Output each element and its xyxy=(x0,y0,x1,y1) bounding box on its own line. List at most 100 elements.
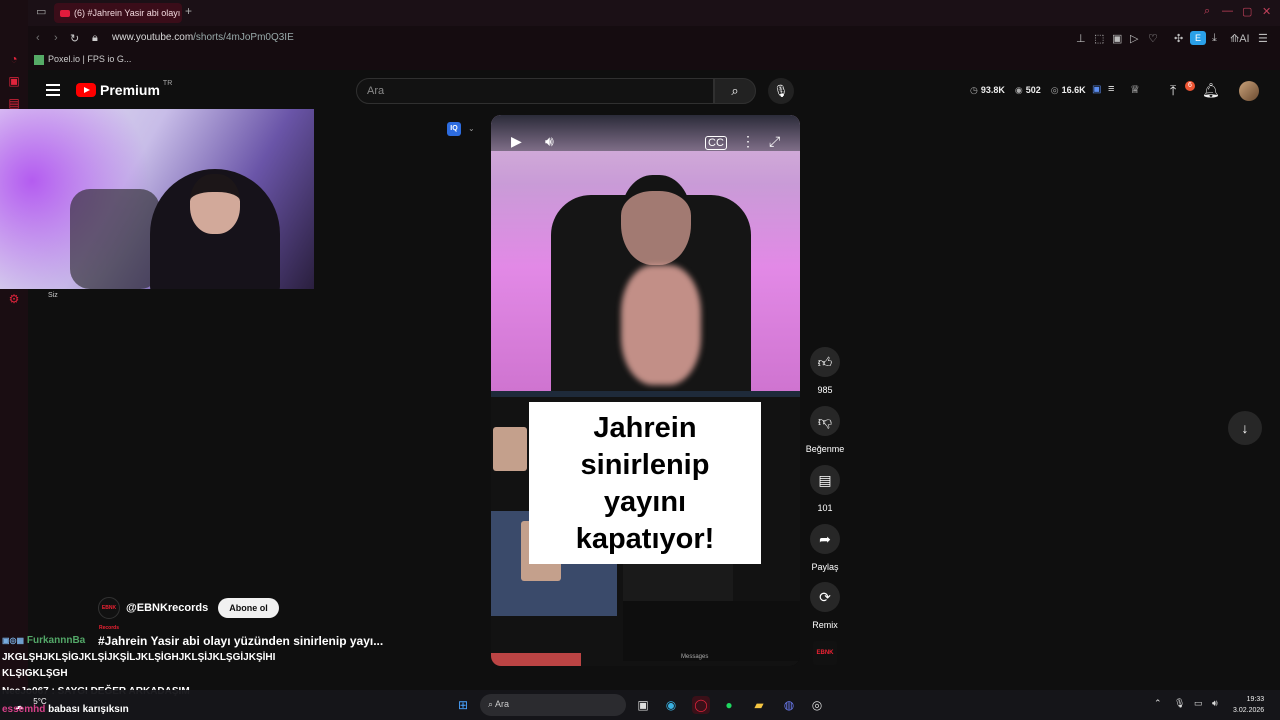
ext-e-icon[interactable]: E xyxy=(1190,31,1206,45)
mic-icon: 🎙︎ xyxy=(773,84,789,98)
short-title[interactable]: #Jahrein Yasir abi olayı yüzünden sinirl… xyxy=(98,634,383,648)
avatar[interactable] xyxy=(1239,81,1259,101)
webcam-label: Siz xyxy=(48,292,58,299)
maximize-icon[interactable]: ▢ xyxy=(1242,5,1252,18)
captions-icon[interactable]: CC xyxy=(705,136,727,150)
chat-message: ▣◎▦ FurkannnBa xyxy=(2,635,85,646)
camera-icon[interactable]: ▣ xyxy=(1112,32,1122,45)
snapshot-icon[interactable]: ⬚ xyxy=(1094,32,1104,45)
url-path: /shorts/4mJoPm0Q3IE xyxy=(193,32,294,43)
bookmark-label: Poxel.io | FPS io G... xyxy=(48,54,132,64)
shorts-video-player[interactable]: ▶ 🔊︎ CC ⋮ ⤢ Jahrein sinirlenip yayını ka… xyxy=(491,115,800,666)
share-button[interactable]: ➦ Paylaş xyxy=(810,524,840,572)
iq-extension-icon[interactable]: ▣ xyxy=(1092,84,1101,95)
url-field[interactable]: www.youtube.com/shorts/4mJoPm0Q3IE xyxy=(112,32,294,43)
easy-setup-icon[interactable]: ☰ xyxy=(1258,32,1268,45)
spotify-icon[interactable]: ● xyxy=(720,696,738,714)
sidebar-aria-icon[interactable]: ◔ xyxy=(7,52,21,66)
edge-icon[interactable]: ◉ xyxy=(662,696,680,714)
channel-avatar[interactable]: EBNK Records xyxy=(98,597,120,631)
youtube-header: Premium TR Ara ⌕ 🎙︎ ◷ 93.8K ◉ 502 ◎ 16.6K ▣… xyxy=(28,70,1280,112)
obs-icon[interactable]: ◎ xyxy=(808,696,826,714)
subscribe-button[interactable]: Abone ol xyxy=(218,598,279,618)
search-tabs-icon[interactable]: ⌕ xyxy=(1204,5,1210,18)
region-code: TR xyxy=(162,79,173,87)
network-icon[interactable]: ▭ xyxy=(1194,698,1203,709)
tab-active[interactable]: (6) #Jahrein Yasir abi olayı xyxy=(54,3,182,23)
trophy-icon[interactable]: ♕ xyxy=(1130,83,1140,96)
bookmarks-bar: Poxel.io | FPS io G... xyxy=(28,50,1280,70)
volume-icon[interactable]: 🔊︎ xyxy=(545,133,554,150)
pin-icon[interactable]: ⊥ xyxy=(1076,32,1086,45)
tray-chevron-icon[interactable]: ⌃ xyxy=(1154,698,1162,709)
player-icon[interactable]: ▷ xyxy=(1130,32,1138,45)
forward-icon[interactable]: › xyxy=(54,32,58,44)
like-button[interactable]: 👍︎ 985 xyxy=(810,347,840,395)
heart-icon[interactable]: ♡ xyxy=(1148,32,1158,45)
minimize-icon[interactable]: — xyxy=(1222,5,1233,17)
play-icon[interactable]: ▶ xyxy=(511,133,522,150)
list-icon[interactable]: ≡ xyxy=(1108,83,1114,95)
sidebar-bag-icon[interactable]: ▣ xyxy=(7,74,21,88)
address-bar: ‹ › ↻ 🔒︎ www.youtube.com/shorts/4mJoPm0Q… xyxy=(28,26,1280,50)
comment-icon: ▤ xyxy=(810,465,840,495)
more-options-icon[interactable]: ⋮ xyxy=(741,133,755,150)
ai-text: AI xyxy=(1239,33,1250,45)
bell-icon[interactable]: 🔔︎ xyxy=(1202,82,1220,99)
speaker-icon[interactable]: 🔊︎ xyxy=(1212,698,1218,709)
chevron-down-icon[interactable]: ⌄ xyxy=(468,124,475,133)
fullscreen-icon[interactable]: ⤢ xyxy=(769,133,780,150)
extensions-icon[interactable]: ✣ xyxy=(1174,32,1183,45)
reload-icon[interactable]: ↻ xyxy=(70,32,79,45)
menu-icon[interactable] xyxy=(46,84,60,99)
arrow-down-icon: ↓ xyxy=(1241,420,1249,436)
remix-label: Remix xyxy=(812,620,838,630)
close-icon[interactable]: ✕ xyxy=(1262,5,1271,18)
chat-text: KLŞIGKLŞGH xyxy=(2,668,68,679)
search-button[interactable]: ⌕ xyxy=(714,78,756,104)
chat-user: FurkannnBa xyxy=(26,635,86,646)
download-icon[interactable]: ⤓ xyxy=(1212,32,1217,45)
new-tab-button[interactable]: + xyxy=(185,4,192,18)
file-explorer-icon[interactable]: ▰ xyxy=(750,696,768,714)
poxel-favicon-icon xyxy=(34,54,44,65)
upload-icon[interactable]: ⤒ xyxy=(1170,82,1176,99)
url-host: www.youtube.com xyxy=(112,32,194,43)
tab-island-icon[interactable]: ▭ xyxy=(36,5,46,18)
bookmark-poxel[interactable]: Poxel.io | FPS io G... xyxy=(34,54,131,65)
aria-ai-label[interactable]: ⟰AI xyxy=(1230,32,1250,45)
channel-name[interactable]: @EBNKrecords xyxy=(126,602,208,614)
taskbar-clock[interactable]: 19:33 3.02.2026 xyxy=(1233,694,1264,716)
youtube-logo[interactable]: Premium TR xyxy=(76,79,173,98)
voice-search-button[interactable]: 🎙︎ xyxy=(768,78,794,104)
next-short-button[interactable]: ↓ xyxy=(1228,411,1262,445)
thumbs-up-icon: 👍︎ xyxy=(810,347,840,377)
channel-thumbnail[interactable]: EBNK xyxy=(813,641,837,665)
comments-button[interactable]: ▤ 101 xyxy=(810,465,840,513)
sidebar-twitch-icon[interactable]: ▤ xyxy=(7,96,21,110)
notification-badge: 6 xyxy=(1185,81,1195,91)
taskbar-search[interactable]: ⌕ Ara xyxy=(480,694,626,716)
discord-icon[interactable]: ◍ xyxy=(780,696,798,714)
mic-tray-icon[interactable]: 🎙︎ xyxy=(1174,698,1185,709)
remix-icon: ⟳ xyxy=(810,582,840,612)
caption-line: kapatıyor! xyxy=(575,523,715,555)
sidebar-settings-icon[interactable]: ⚙ xyxy=(7,292,21,306)
task-view-icon[interactable]: ▣ xyxy=(634,696,652,714)
start-icon[interactable]: ⊞ xyxy=(454,696,472,714)
video-frame-top xyxy=(491,115,800,395)
back-icon[interactable]: ‹ xyxy=(36,32,40,44)
channel-row: EBNK Records @EBNKrecords Abone ol xyxy=(98,597,279,631)
share-label: Paylaş xyxy=(811,562,839,572)
iq-badge-icon[interactable]: IQ xyxy=(447,122,461,136)
clock-date: 3.02.2026 xyxy=(1233,707,1265,714)
dislike-button[interactable]: 👎︎ Beğenme xyxy=(806,406,844,454)
opera-icon[interactable]: ◯ xyxy=(692,696,710,714)
remix-button[interactable]: ⟳ Remix xyxy=(810,582,840,630)
chat-user: essemhd xyxy=(2,704,46,715)
logo-text: Premium xyxy=(100,82,160,98)
thumbs-down-icon: 👎︎ xyxy=(810,406,840,436)
caption-line: Jahrein xyxy=(593,412,697,444)
youtube-favicon-icon xyxy=(60,10,70,18)
search-input[interactable]: Ara xyxy=(356,78,714,104)
